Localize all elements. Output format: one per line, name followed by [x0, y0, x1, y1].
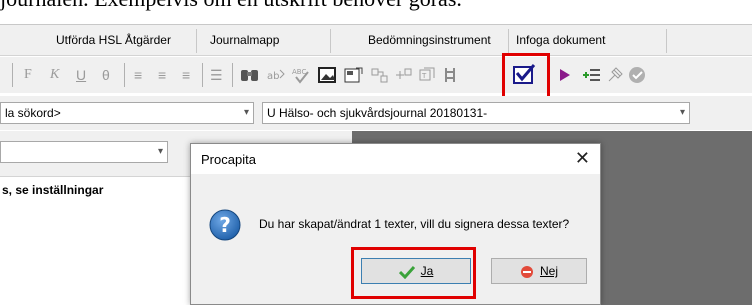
insert-picture-icon[interactable]: [318, 66, 338, 84]
tab-journalmapp[interactable]: Journalmapp: [210, 33, 279, 47]
no-button-label: Nej: [539, 264, 558, 278]
template-tool-icon[interactable]: T: [418, 66, 438, 84]
chevron-down-icon: ▾: [679, 107, 685, 118]
insert-object-icon[interactable]: [344, 66, 364, 84]
tab-bedomningsinstrument[interactable]: Bedömningsinstrument: [368, 33, 491, 47]
pin-icon[interactable]: [606, 66, 626, 84]
yes-button[interactable]: Ja: [361, 258, 471, 284]
align-center-button[interactable]: ≡: [158, 65, 166, 85]
table-tool-icon[interactable]: [370, 66, 390, 84]
svg-text:ab: ab: [267, 71, 279, 82]
tab-utforda-hsl-atgarder[interactable]: Utförda HSL Åtgärder: [56, 33, 171, 47]
bullet-list-button[interactable]: ☰: [210, 65, 223, 85]
arrow-right-icon[interactable]: [558, 67, 572, 83]
chevron-down-icon: ▾: [243, 107, 249, 118]
toolbar-separator: [202, 63, 203, 87]
tab-bar: Utförda HSL Åtgärder Journalmapp Bedömni…: [0, 24, 752, 56]
document-text: journalen. Exempelvis om en utskrift beh…: [0, 0, 752, 16]
sign-confirm-dialog: Procapita ✕ ? Du har skapat/ändrat 1 tex…: [190, 143, 601, 305]
align-left-button[interactable]: ≡: [134, 65, 142, 85]
insert-row-icon[interactable]: [582, 66, 602, 84]
question-icon: ?: [209, 209, 241, 241]
keyword-combo[interactable]: la sökord> ▾: [0, 102, 254, 124]
search-bar: la sökord> ▾ U Hälso- och sjukvårdsjourn…: [0, 96, 752, 130]
close-icon[interactable]: ✕: [575, 148, 590, 169]
tab-separator: [330, 29, 331, 53]
find-binoculars-icon[interactable]: [240, 66, 260, 84]
check-icon: [398, 265, 415, 279]
no-button[interactable]: Nej: [491, 258, 587, 284]
formatting-toolbar: F K U θ ≡ ≡ ≡ ☰ ab ABC T: [0, 57, 752, 93]
flowchart-tool-icon[interactable]: [442, 66, 462, 84]
filter-combo[interactable]: ▾: [0, 141, 168, 163]
settings-note: s, se inställningar: [2, 183, 104, 197]
replace-icon[interactable]: ab: [266, 66, 286, 84]
italic-button[interactable]: K: [50, 65, 59, 85]
tab-infoga-dokument[interactable]: Infoga dokument: [516, 33, 605, 47]
approve-check-icon[interactable]: [628, 66, 648, 84]
merge-tool-icon[interactable]: [394, 66, 414, 84]
bold-button[interactable]: F: [24, 65, 32, 85]
svg-text:ABC: ABC: [292, 68, 306, 76]
no-entry-icon: [520, 265, 533, 278]
toolbar-separator: [124, 63, 125, 87]
toolbar-separator: [12, 63, 13, 87]
dialog-message: Du har skapat/ändrat 1 texter, vill du s…: [259, 217, 570, 231]
tab-separator: [508, 29, 509, 53]
dialog-titlebar: Procapita ✕: [191, 144, 600, 174]
svg-text:?: ?: [219, 213, 231, 237]
yes-button-label: Ja: [420, 264, 434, 278]
strikethrough-button[interactable]: θ: [102, 65, 110, 85]
dialog-title: Procapita: [201, 152, 256, 167]
svg-text:T: T: [421, 72, 427, 80]
keyword-combo-value: la sökord>: [5, 106, 61, 120]
underline-button[interactable]: U: [76, 65, 86, 85]
tab-separator: [196, 29, 197, 53]
tab-separator: [666, 29, 667, 53]
spellcheck-icon[interactable]: ABC: [292, 66, 312, 84]
journal-combo[interactable]: U Hälso- och sjukvårdsjournal 20180131- …: [262, 102, 690, 124]
sign-texts-icon[interactable]: [510, 61, 538, 89]
toolbar-separator: [232, 63, 233, 87]
align-right-button[interactable]: ≡: [182, 65, 190, 85]
journal-combo-value: U Hälso- och sjukvårdsjournal 20180131-: [267, 106, 488, 120]
chevron-down-icon: ▾: [157, 146, 163, 157]
